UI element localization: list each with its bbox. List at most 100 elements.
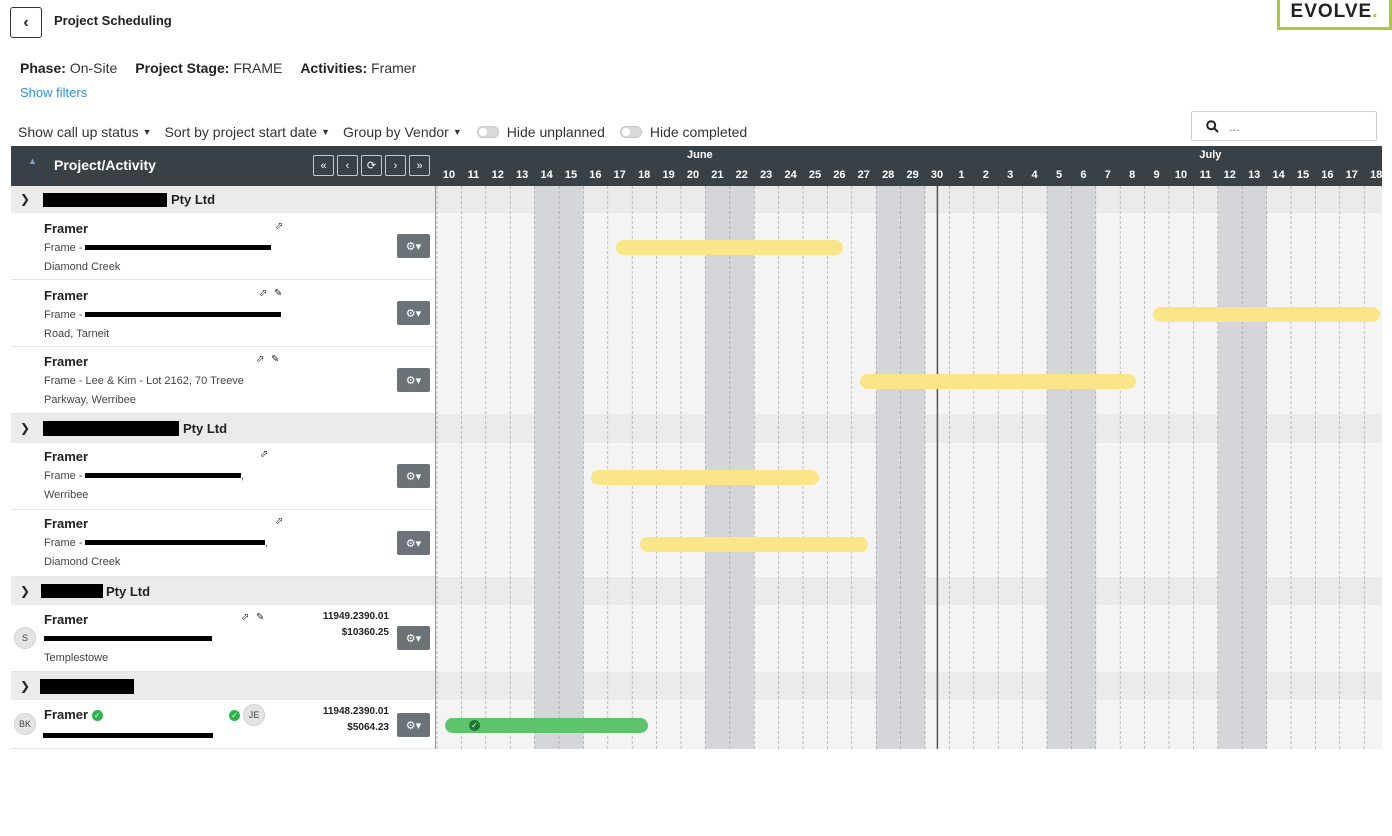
gear-icon: ⚙▾ (405, 470, 422, 483)
timeline-day-label: 25 (808, 169, 822, 181)
activity-row[interactable]: Framer ⬀ Frame - , Diamond Creek ⚙▾ (11, 510, 435, 577)
gear-icon: ⚙▾ (405, 240, 422, 253)
vendor-group-row[interactable]: ❯ Pty Ltd (11, 186, 435, 213)
activity-settings-button[interactable]: ⚙▾ (397, 234, 430, 258)
gear-icon: ⚙▾ (405, 632, 422, 645)
vendor-group-row[interactable]: ❯ Pty Ltd (11, 414, 435, 443)
timeline-day-label: 27 (857, 169, 870, 181)
activity-address-line1-tail: , (241, 470, 245, 482)
timeline-day-label: 16 (1321, 169, 1334, 181)
hide-completed-label: Hide completed (649, 124, 748, 140)
activity-row[interactable]: Framer ⬀ ✎ Frame - Lee & Kim - Lot 2162,… (11, 347, 435, 414)
activity-row[interactable]: Framer ⬀ ✎ Frame - Road, Tarneit ⚙▾ (11, 280, 435, 347)
group-dropdown[interactable]: Group by Vendor ▼ (343, 124, 462, 140)
planned-activity-bar[interactable] (615, 239, 844, 255)
activity-settings-button[interactable]: ⚙▾ (397, 464, 430, 488)
share-icon[interactable]: ⬀ (260, 449, 268, 460)
double-chevron-right-icon: » (416, 159, 423, 172)
share-icon[interactable]: ⬀ (275, 221, 283, 232)
next-button[interactable]: › (385, 155, 406, 176)
toggle-switch[interactable] (476, 126, 499, 138)
jump-forward-button[interactable]: » (409, 155, 430, 176)
gear-icon: ⚙▾ (405, 537, 422, 550)
activities-label: Activities: (300, 60, 368, 76)
activity-settings-button[interactable]: ⚙▾ (397, 626, 430, 650)
timeline-day-label: 18 (1370, 169, 1383, 181)
timeline-day-label: 16 (589, 169, 602, 181)
assignee-avatar[interactable]: JE (243, 704, 265, 726)
planned-activity-bar[interactable] (591, 469, 819, 485)
back-button[interactable]: ‹ (10, 7, 42, 38)
callup-status-label: Show call up status (18, 124, 139, 140)
pencil-icon[interactable]: ✎ (256, 612, 264, 623)
share-icon[interactable]: ⬀ (256, 354, 264, 365)
timeline-day-label: 10 (1174, 169, 1188, 181)
activity-id: 11949.2390.01 (322, 611, 389, 622)
activity-title-text: Framer (44, 707, 89, 722)
double-chevron-left-icon: « (320, 159, 327, 172)
hide-unplanned-label: Hide unplanned (506, 124, 605, 140)
share-icon[interactable]: ⬀ (275, 516, 283, 527)
vendor-group-row[interactable]: ❯ (11, 672, 435, 700)
activity-settings-button[interactable]: ⚙▾ (397, 368, 430, 392)
activity-id: 11948.2390.01 (322, 706, 389, 717)
activity-address-line1: Frame - (44, 470, 83, 482)
sort-dropdown[interactable]: Sort by project start date ▼ (165, 124, 330, 140)
activity-address-line2: Diamond Creek (44, 556, 121, 568)
sort-asc-icon[interactable]: ▲ (28, 156, 37, 166)
activity-settings-button[interactable]: ⚙▾ (397, 301, 430, 325)
hide-unplanned-toggle[interactable]: Hide unplanned (475, 124, 605, 140)
timeline-day-label: 12 (1223, 169, 1236, 181)
timeline-day-label: 29 (906, 169, 919, 181)
share-icon[interactable]: ⬀ (259, 288, 267, 299)
activity-settings-button[interactable]: ⚙▾ (397, 713, 430, 737)
planned-activity-bar[interactable] (859, 373, 1137, 389)
activity-row[interactable]: Framer ⬀ Frame - , Werribee ⚙▾ (11, 443, 435, 510)
gantt-chart[interactable]: ✓ (435, 186, 1382, 749)
stage-label: Project Stage: (135, 60, 230, 76)
hide-completed-toggle[interactable]: Hide completed (618, 124, 747, 140)
vendor-group-row[interactable]: ❯ Pty Ltd (11, 577, 435, 605)
chevron-down-icon[interactable]: ❯ (20, 584, 30, 598)
completed-activity-bar[interactable]: ✓ (445, 717, 649, 733)
jump-back-button[interactable]: « (313, 155, 334, 176)
pencil-icon[interactable]: ✎ (274, 288, 282, 299)
gear-icon: ⚙▾ (405, 719, 422, 732)
timeline-day-label: 4 (1031, 169, 1038, 181)
chevron-down-icon: ▼ (142, 127, 152, 137)
avatar[interactable]: BK (14, 713, 36, 735)
activity-row[interactable]: BK Framer ✓ ✓ JE 11948.2390.01 $5064.23 … (11, 700, 435, 749)
activity-amount: $10360.25 (341, 627, 389, 638)
activity-row[interactable]: S Framer ⬀ ✎ 11949.2390.01 $10360.25 Tem… (11, 605, 435, 672)
weekend-column (1242, 186, 1267, 749)
search-icon (1206, 119, 1219, 133)
timeline-day-label: 14 (1272, 169, 1285, 181)
pencil-icon[interactable]: ✎ (271, 354, 279, 365)
activity-row[interactable]: Framer ⬀ Frame - Diamond Creek ⚙▾ (11, 213, 435, 280)
callup-status-dropdown[interactable]: Show call up status ▼ (18, 124, 152, 140)
activity-settings-button[interactable]: ⚙▾ (397, 531, 430, 555)
chevron-down-icon[interactable]: ❯ (20, 192, 30, 206)
gear-icon: ⚙▾ (405, 307, 422, 320)
activity-address-line2: Diamond Creek (44, 261, 121, 273)
share-icon[interactable]: ⬀ (241, 612, 249, 623)
toggle-switch[interactable] (619, 126, 642, 138)
weekend-column (876, 186, 901, 749)
weekend-column (900, 186, 925, 749)
search-box[interactable] (1191, 111, 1377, 141)
toolbar: Show call up status ▼ Sort by project sta… (18, 124, 760, 140)
avatar[interactable]: S (14, 627, 36, 649)
refresh-button[interactable]: ⟳ (361, 155, 382, 176)
search-input[interactable] (1227, 117, 1367, 135)
timeline-day-label: 7 (1104, 169, 1111, 181)
activity-title: Framer (44, 288, 89, 303)
planned-activity-bar[interactable] (640, 536, 868, 552)
prev-button[interactable]: ‹ (337, 155, 358, 176)
show-filters-link[interactable]: Show filters (20, 85, 87, 100)
timeline-day-label: 11 (467, 169, 480, 181)
chevron-down-icon[interactable]: ❯ (20, 421, 30, 435)
chevron-down-icon[interactable]: ❯ (20, 679, 30, 693)
timeline-day-label: 23 (760, 169, 773, 181)
planned-activity-bar[interactable] (1152, 306, 1381, 322)
gantt-grid (436, 186, 1382, 749)
